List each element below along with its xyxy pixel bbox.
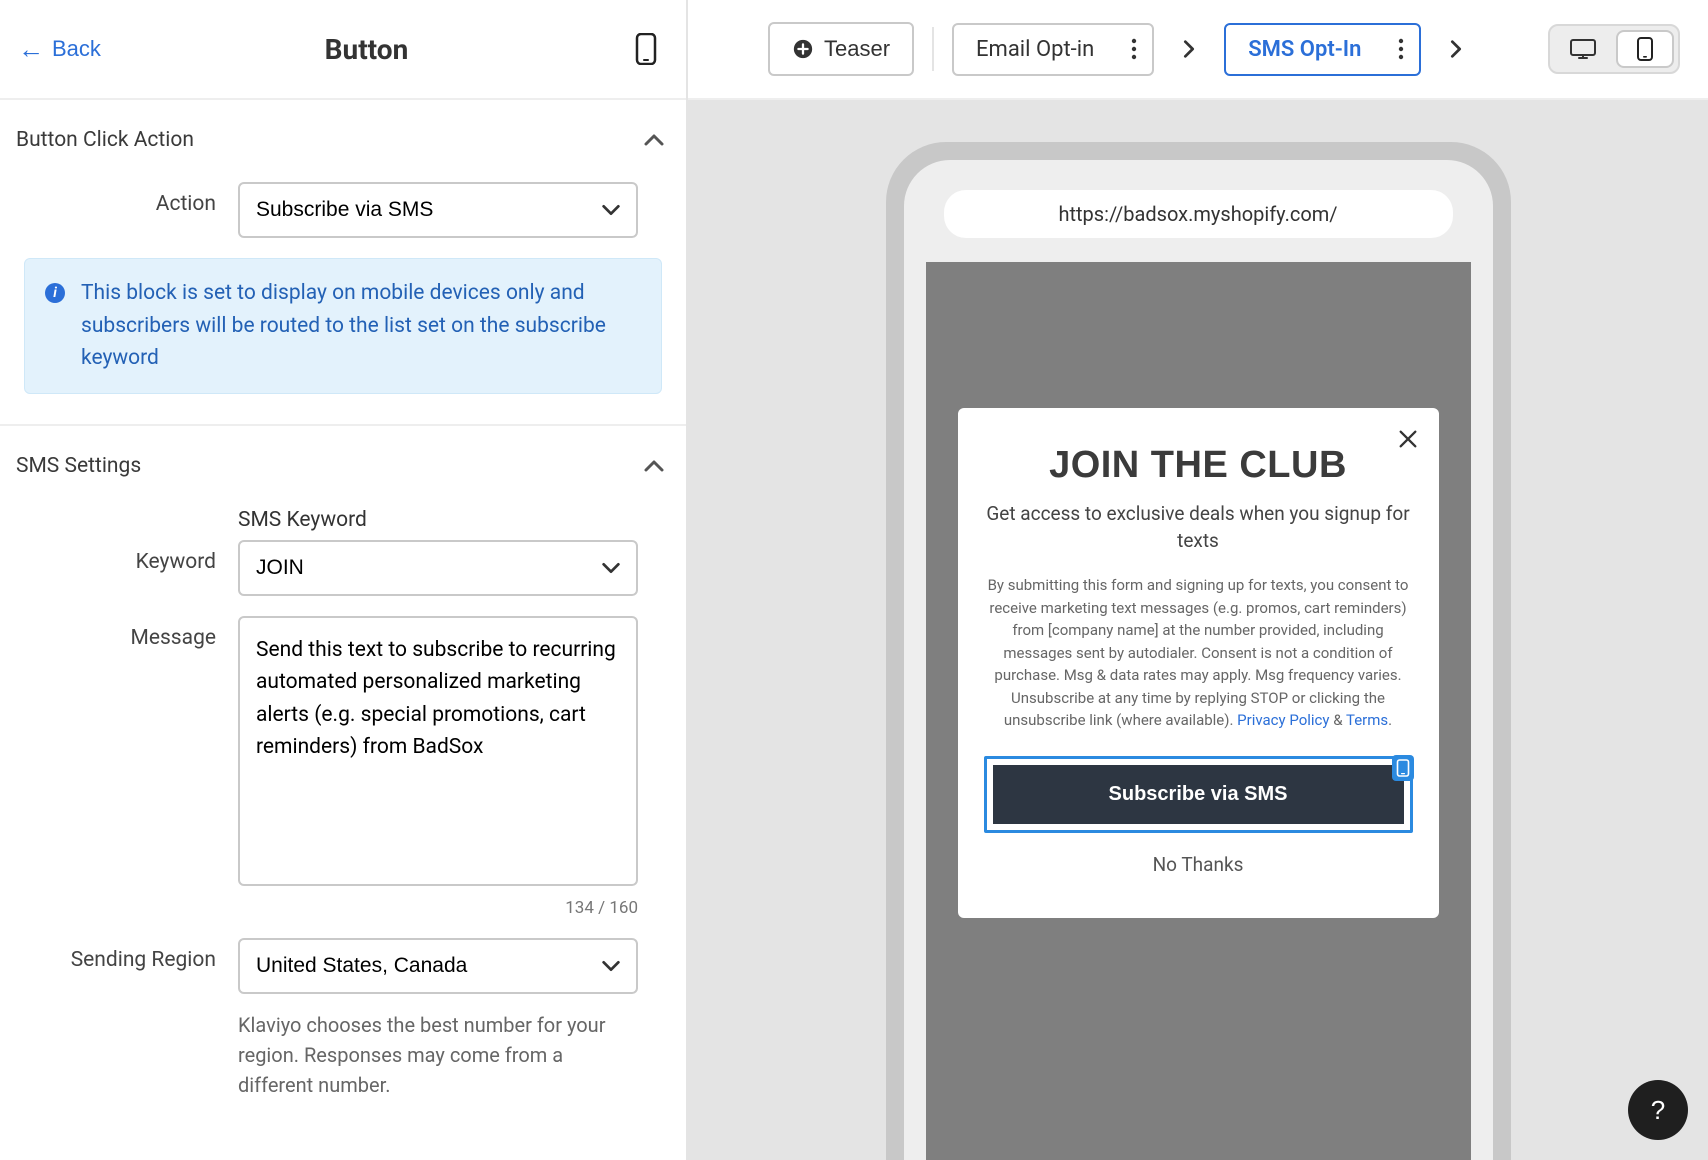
close-icon: [1397, 428, 1419, 450]
phone-icon: [1636, 37, 1654, 61]
mobile-icon-button[interactable]: [626, 29, 666, 69]
keyword-select[interactable]: JOIN: [238, 540, 638, 596]
dots-vertical-icon: [1130, 37, 1138, 61]
region-help: Klaviyo chooses the best number for your…: [238, 1010, 638, 1100]
collapse-button[interactable]: [638, 450, 670, 482]
action-label: Action: [16, 182, 238, 216]
email-optin-menu[interactable]: [1116, 37, 1152, 61]
section-button-click-action: Button Click Action Action Subscribe via…: [0, 100, 686, 426]
section-sms-settings: SMS Settings Keyword SMS Keyword JOIN: [0, 426, 686, 1150]
back-button[interactable]: ← Back: [12, 28, 107, 70]
region-select-value[interactable]: United States, Canada: [238, 938, 638, 994]
collapse-button[interactable]: [638, 124, 670, 156]
sms-optin-menu[interactable]: [1383, 37, 1419, 61]
chevron-right-icon: [1178, 35, 1200, 63]
keyword-subhead: SMS Keyword: [238, 508, 638, 532]
phone-icon: [1396, 759, 1410, 777]
legal-text: By submitting this form and signing up f…: [988, 576, 1409, 729]
char-count: 134 / 160: [238, 898, 638, 918]
privacy-link[interactable]: Privacy Policy: [1237, 711, 1329, 729]
preview-canvas: https://badsox.myshopify.com/ JOIN THE C…: [688, 100, 1708, 1160]
sidebar-header: ← Back Button: [0, 0, 686, 100]
action-select[interactable]: Subscribe via SMS: [238, 182, 638, 238]
plus-circle-icon: [792, 38, 814, 60]
keyword-label: Keyword: [16, 508, 238, 574]
signup-popup: JOIN THE CLUB Get access to exclusive de…: [958, 408, 1439, 918]
action-select-value[interactable]: Subscribe via SMS: [238, 182, 638, 238]
desktop-icon: [1569, 38, 1597, 60]
mobile-badge: [1392, 755, 1414, 781]
flow-steps: Teaser Email Opt-in SMS Opt-In: [768, 22, 1473, 76]
section-title: Button Click Action: [16, 128, 194, 152]
topbar: Teaser Email Opt-in SMS Opt-In: [688, 0, 1708, 100]
step-next-arrow-2[interactable]: [1439, 31, 1473, 67]
editor-sidebar: ← Back Button Button Click Action Action…: [0, 0, 688, 1160]
sidebar-title: Button: [325, 33, 409, 66]
mobile-view-button[interactable]: [1616, 30, 1674, 68]
sms-optin-step: SMS Opt-In: [1224, 23, 1421, 76]
teaser-step[interactable]: Teaser: [768, 22, 914, 76]
chevron-right-icon: [1445, 35, 1467, 63]
site-area: JOIN THE CLUB Get access to exclusive de…: [926, 262, 1471, 1160]
popup-legal: By submitting this form and signing up f…: [984, 574, 1413, 732]
cta-selected-wrap[interactable]: Subscribe via SMS: [984, 756, 1413, 833]
info-callout: i This block is set to display on mobile…: [24, 258, 662, 394]
phone-mockup: https://badsox.myshopify.com/ JOIN THE C…: [886, 142, 1511, 1160]
chevron-up-icon: [642, 128, 666, 152]
popup-subtitle: Get access to exclusive deals when you s…: [984, 501, 1413, 554]
dots-vertical-icon: [1397, 37, 1405, 61]
desktop-view-button[interactable]: [1554, 30, 1612, 68]
message-label: Message: [16, 616, 238, 650]
arrow-left-icon: ←: [18, 36, 44, 62]
keyword-select-value[interactable]: JOIN: [238, 540, 638, 596]
info-icon: i: [45, 283, 65, 303]
email-optin-step: Email Opt-in: [952, 23, 1154, 76]
step-next-arrow[interactable]: [1172, 31, 1206, 67]
help-button[interactable]: ?: [1628, 1080, 1688, 1140]
teaser-label: Teaser: [824, 36, 890, 62]
separator: [932, 27, 934, 71]
section-title: SMS Settings: [16, 454, 141, 478]
info-text: This block is set to display on mobile d…: [81, 277, 643, 375]
preview-pane: Teaser Email Opt-in SMS Opt-In: [688, 0, 1708, 1160]
terms-link[interactable]: Terms: [1346, 711, 1388, 729]
sms-optin-label[interactable]: SMS Opt-In: [1226, 25, 1383, 74]
device-toggle: [1548, 24, 1680, 74]
phone-icon: [634, 33, 658, 65]
subscribe-sms-button[interactable]: Subscribe via SMS: [993, 765, 1404, 824]
popup-close-button[interactable]: [1393, 424, 1423, 454]
region-select[interactable]: United States, Canada: [238, 938, 638, 994]
email-optin-label[interactable]: Email Opt-in: [954, 25, 1116, 74]
chevron-up-icon: [642, 454, 666, 478]
message-textarea[interactable]: [238, 616, 638, 886]
no-thanks-link[interactable]: No Thanks: [984, 853, 1413, 876]
region-label: Sending Region: [16, 938, 238, 972]
back-label: Back: [52, 36, 101, 62]
popup-title: JOIN THE CLUB: [984, 444, 1413, 487]
url-bar: https://badsox.myshopify.com/: [944, 190, 1453, 238]
